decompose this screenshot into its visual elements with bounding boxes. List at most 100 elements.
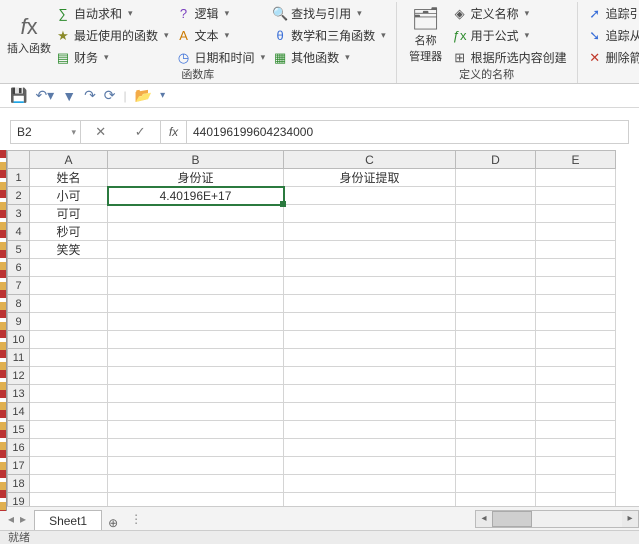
cell-A7[interactable] bbox=[30, 277, 108, 295]
col-header-D[interactable]: D bbox=[456, 151, 536, 169]
cell-D4[interactable] bbox=[456, 223, 536, 241]
cell-C9[interactable] bbox=[284, 313, 456, 331]
cell-C14[interactable] bbox=[284, 403, 456, 421]
cell-A18[interactable] bbox=[30, 475, 108, 493]
row-header-11[interactable]: 11 bbox=[8, 349, 30, 367]
name-box[interactable]: B2 bbox=[11, 121, 81, 143]
row-header-6[interactable]: 6 bbox=[8, 259, 30, 277]
fx-label-icon[interactable]: fx bbox=[161, 121, 187, 143]
cell-C3[interactable] bbox=[284, 205, 456, 223]
cell-E11[interactable] bbox=[536, 349, 616, 367]
cell-D9[interactable] bbox=[456, 313, 536, 331]
cell-B7[interactable] bbox=[108, 277, 284, 295]
cell-D17[interactable] bbox=[456, 457, 536, 475]
col-header-E[interactable]: E bbox=[536, 151, 616, 169]
cell-B15[interactable] bbox=[108, 421, 284, 439]
math-trig-button[interactable]: θ数学和三角函数 bbox=[273, 26, 386, 46]
cell-C13[interactable] bbox=[284, 385, 456, 403]
cell-B10[interactable] bbox=[108, 331, 284, 349]
row-header-17[interactable]: 17 bbox=[8, 457, 30, 475]
horizontal-scrollbar[interactable]: ◂ ▸ bbox=[475, 510, 639, 528]
cell-D1[interactable] bbox=[456, 169, 536, 187]
formula-input[interactable]: 440196199604234000 bbox=[187, 121, 628, 143]
col-header-B[interactable]: B bbox=[108, 151, 284, 169]
filter-icon[interactable]: ▼ bbox=[62, 88, 76, 104]
select-all-corner[interactable] bbox=[8, 151, 30, 169]
cell-A4[interactable]: 秒可 bbox=[30, 223, 108, 241]
row-header-16[interactable]: 16 bbox=[8, 439, 30, 457]
cell-C12[interactable] bbox=[284, 367, 456, 385]
cell-B6[interactable] bbox=[108, 259, 284, 277]
cell-C16[interactable] bbox=[284, 439, 456, 457]
cell-B8[interactable] bbox=[108, 295, 284, 313]
cell-D11[interactable] bbox=[456, 349, 536, 367]
cell-B11[interactable] bbox=[108, 349, 284, 367]
cell-A17[interactable] bbox=[30, 457, 108, 475]
cell-E1[interactable] bbox=[536, 169, 616, 187]
cell-C15[interactable] bbox=[284, 421, 456, 439]
cell-E5[interactable] bbox=[536, 241, 616, 259]
cell-C7[interactable] bbox=[284, 277, 456, 295]
cell-D5[interactable] bbox=[456, 241, 536, 259]
cell-E2[interactable] bbox=[536, 187, 616, 205]
row-header-5[interactable]: 5 bbox=[8, 241, 30, 259]
tab-nav-prev-icon[interactable]: ◂ bbox=[8, 512, 14, 526]
cell-E16[interactable] bbox=[536, 439, 616, 457]
cell-E15[interactable] bbox=[536, 421, 616, 439]
cell-B4[interactable] bbox=[108, 223, 284, 241]
row-header-3[interactable]: 3 bbox=[8, 205, 30, 223]
cell-D2[interactable] bbox=[456, 187, 536, 205]
cell-B16[interactable] bbox=[108, 439, 284, 457]
cell-A14[interactable] bbox=[30, 403, 108, 421]
trace-precedents-button[interactable]: ➚追踪引 bbox=[588, 4, 639, 24]
row-header-8[interactable]: 8 bbox=[8, 295, 30, 313]
scroll-track[interactable] bbox=[492, 511, 622, 527]
save-icon[interactable]: 💾 bbox=[10, 87, 27, 104]
cell-A6[interactable] bbox=[30, 259, 108, 277]
tab-nav-next-icon[interactable]: ▸ bbox=[20, 512, 26, 526]
cell-B13[interactable] bbox=[108, 385, 284, 403]
row-header-12[interactable]: 12 bbox=[8, 367, 30, 385]
cell-E12[interactable] bbox=[536, 367, 616, 385]
cell-D14[interactable] bbox=[456, 403, 536, 421]
cell-A10[interactable] bbox=[30, 331, 108, 349]
cell-E13[interactable] bbox=[536, 385, 616, 403]
cell-C2[interactable] bbox=[284, 187, 456, 205]
col-header-C[interactable]: C bbox=[284, 151, 456, 169]
cell-A11[interactable] bbox=[30, 349, 108, 367]
cancel-icon[interactable]: ✕ bbox=[95, 124, 106, 140]
insert-function-button[interactable]: fx 插入函数 bbox=[6, 2, 52, 69]
scroll-thumb[interactable] bbox=[492, 511, 532, 527]
cell-E18[interactable] bbox=[536, 475, 616, 493]
create-from-selection-button[interactable]: ⊞根据所选内容创建 bbox=[453, 48, 567, 68]
refresh-icon[interactable]: ⟳ bbox=[104, 87, 116, 104]
row-header-13[interactable]: 13 bbox=[8, 385, 30, 403]
cell-C1[interactable]: 身份证提取 bbox=[284, 169, 456, 187]
datetime-button[interactable]: ◷日期和时间 bbox=[177, 48, 266, 68]
cell-A1[interactable]: 姓名 bbox=[30, 169, 108, 187]
cell-D8[interactable] bbox=[456, 295, 536, 313]
autosum-button[interactable]: ∑自动求和 bbox=[56, 4, 169, 24]
cell-C18[interactable] bbox=[284, 475, 456, 493]
recently-used-button[interactable]: ★最近使用的函数 bbox=[56, 26, 169, 46]
remove-arrows-button[interactable]: ✕删除箭 bbox=[588, 48, 639, 68]
cell-E14[interactable] bbox=[536, 403, 616, 421]
other-functions-button[interactable]: ▦其他函数 bbox=[273, 48, 386, 68]
cell-D7[interactable] bbox=[456, 277, 536, 295]
row-header-9[interactable]: 9 bbox=[8, 313, 30, 331]
cell-C11[interactable] bbox=[284, 349, 456, 367]
enter-icon[interactable]: ✓ bbox=[135, 124, 146, 140]
row-header-15[interactable]: 15 bbox=[8, 421, 30, 439]
cell-C8[interactable] bbox=[284, 295, 456, 313]
use-in-formula-button[interactable]: ƒx用于公式 bbox=[453, 26, 567, 46]
cell-B3[interactable] bbox=[108, 205, 284, 223]
row-header-7[interactable]: 7 bbox=[8, 277, 30, 295]
cell-B9[interactable] bbox=[108, 313, 284, 331]
undo-icon[interactable]: ↶▾ bbox=[35, 87, 54, 104]
cell-D18[interactable] bbox=[456, 475, 536, 493]
cell-E17[interactable] bbox=[536, 457, 616, 475]
cell-A5[interactable]: 笑笑 bbox=[30, 241, 108, 259]
cell-A9[interactable] bbox=[30, 313, 108, 331]
name-manager-button[interactable]: 🗂 名称 管理器 bbox=[403, 2, 449, 69]
cell-E3[interactable] bbox=[536, 205, 616, 223]
